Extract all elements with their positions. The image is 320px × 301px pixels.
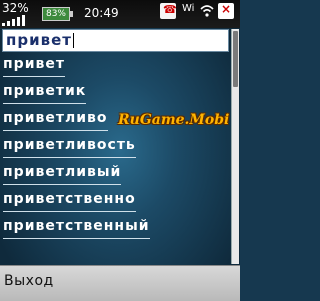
list-item[interactable]: приветственно (3, 189, 136, 212)
list-item[interactable]: приветливый (3, 162, 122, 185)
wifi-icon (200, 5, 214, 17)
close-icon: × (218, 2, 234, 19)
list-item[interactable]: привет (3, 54, 65, 77)
search-input[interactable]: привет (2, 29, 229, 52)
wi-icon: Wi (182, 3, 195, 14)
signal-icon (2, 15, 25, 26)
status-bar: 32% 83% 20:49 ☎ Wi × (0, 0, 240, 28)
clock-time: 20:49 (84, 6, 119, 20)
scrollbar[interactable] (231, 29, 239, 264)
exit-softkey[interactable]: Выход (4, 273, 54, 289)
list-item[interactable]: приветливость (3, 135, 136, 158)
battery-percent: 32% (2, 1, 29, 15)
watermark-text: RuGame.Mobi (118, 112, 230, 128)
list-item[interactable]: приветливо (3, 108, 108, 131)
softkey-bar: Выход (0, 265, 240, 301)
battery-icon: 83% (42, 7, 73, 21)
list-item[interactable]: приветик (3, 81, 87, 104)
scrollbar-thumb[interactable] (233, 31, 238, 87)
search-input-value: привет (6, 31, 72, 49)
phone-icon: ☎ (160, 3, 177, 19)
text-cursor (73, 33, 74, 48)
list-item[interactable]: приветственный (3, 216, 150, 239)
